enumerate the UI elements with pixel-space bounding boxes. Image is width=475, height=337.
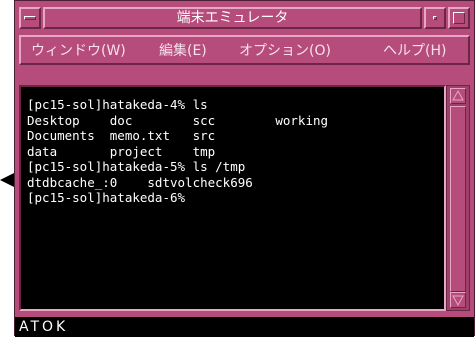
status-bar: ATOK: [15, 317, 474, 337]
maximize-button[interactable]: [448, 7, 470, 29]
window-menu-icon: [24, 16, 36, 20]
terminal-line: data project tmp: [27, 143, 216, 159]
scrollbar-thumb[interactable]: [450, 106, 466, 292]
terminal-line: [pc15-sol]hatakeda-6%: [27, 190, 186, 205]
window-menu-button[interactable]: [19, 7, 41, 29]
menu-window[interactable]: ウィンドウ(W): [31, 42, 126, 60]
menu-help[interactable]: ヘルプ(H): [383, 42, 446, 60]
terminal-line: Documents memo.txt src: [27, 128, 216, 143]
menu-options[interactable]: オプション(O): [239, 42, 331, 60]
vertical-scrollbar[interactable]: [446, 85, 470, 311]
terminal-output[interactable]: [pc15-sol]hatakeda-4% ls Desktop doc scc…: [27, 97, 328, 206]
terminal-line: [pc15-sol]hatakeda-5% ls /tmp: [27, 159, 246, 174]
menu-bar: ウィンドウ(W) 編集(E) オプション(O) ヘルプ(H): [19, 35, 470, 65]
minimize-icon: [433, 16, 437, 20]
scroll-down-icon: [452, 295, 464, 307]
input-method-status: ATOK: [19, 319, 69, 335]
terminal-area: [pc15-sol]hatakeda-4% ls Desktop doc scc…: [19, 85, 470, 315]
maximize-icon: [453, 12, 465, 24]
menu-edit[interactable]: 編集(E): [159, 42, 207, 60]
terminal-line: [pc15-sol]hatakeda-4% ls: [27, 97, 208, 112]
terminal-line: Desktop doc scc working: [27, 112, 329, 128]
scroll-down-button[interactable]: [450, 292, 466, 308]
terminal-screen[interactable]: [pc15-sol]hatakeda-4% ls Desktop doc scc…: [19, 85, 446, 311]
scroll-up-button[interactable]: [450, 88, 466, 104]
terminal-window: 端末エミュレータ ウィンドウ(W) 編集(E) オプション(O) ヘルプ(H) …: [14, 0, 475, 337]
title-bar[interactable]: 端末エミュレータ: [19, 5, 470, 31]
window-title[interactable]: 端末エミュレータ: [43, 7, 422, 29]
arrow-right-icon: [0, 170, 14, 190]
minimize-button[interactable]: [424, 7, 446, 29]
scroll-up-icon: [452, 89, 464, 101]
terminal-line: dtdbcache_:0 sdtvolcheck696: [27, 174, 253, 190]
